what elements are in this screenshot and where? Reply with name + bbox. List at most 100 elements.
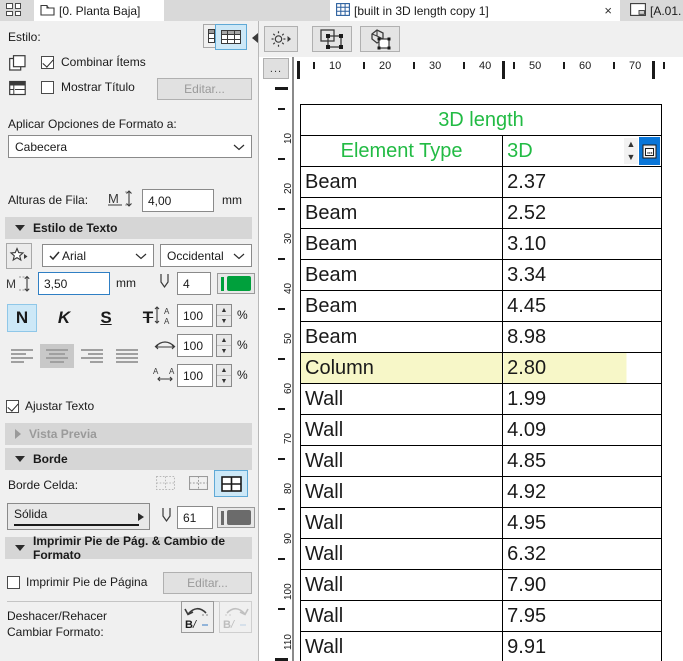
border-section[interactable]: Borde [5,448,252,470]
select-elements-button[interactable] [312,26,352,52]
cell-3d-length[interactable]: 9.91 [503,632,662,661]
cell-3d-length[interactable]: 6.32 [503,539,662,570]
size-percent-input[interactable]: 100 [177,304,213,327]
preview-section[interactable]: Vista Previa [5,423,252,445]
table-header-row[interactable]: Element Type 3D ▲▼ [301,136,662,167]
cell-3d-length[interactable]: 4.85 [503,446,662,477]
close-icon[interactable]: × [604,3,612,18]
cell-element-type[interactable]: Wall [301,601,503,632]
grid-view-icon[interactable] [6,3,34,18]
table-row[interactable]: Beam2.37 [301,167,662,198]
merge-items-checkbox[interactable]: Combinar Ítems [41,55,146,69]
redo-format-button[interactable]: B / [219,601,252,633]
table-row[interactable]: Wall4.92 [301,477,662,508]
cell-3d-length[interactable]: 4.45 [503,291,662,322]
spacing-percent-input[interactable]: 100 [177,364,213,387]
table-row[interactable]: Wall7.90 [301,570,662,601]
cell-3d-length[interactable]: 4.95 [503,508,662,539]
border-all-button[interactable] [214,470,248,497]
table-row[interactable]: Wall9.91 [301,632,662,661]
cell-element-type[interactable]: Beam [301,260,503,291]
print-footer-checkbox[interactable]: Imprimir Pie de Página [7,575,147,589]
font-family-select[interactable]: Arial [42,244,154,267]
table-row[interactable]: Beam3.34 [301,260,662,291]
cell-3d-length[interactable]: 2.80 [503,353,662,384]
spacing-percent-stepper[interactable]: ▲▼ [216,364,232,387]
column-header-element-type[interactable]: Element Type [301,136,503,167]
cell-3d-length[interactable]: 2.37 [503,167,662,198]
find-elements-3d-button[interactable] [360,26,400,52]
cell-3d-length[interactable]: 4.92 [503,477,662,508]
horizontal-ruler[interactable]: ... 10 20 30 40 50 60 70 [259,57,683,82]
border-pen-input[interactable]: 61 [177,506,213,529]
table-row[interactable]: Beam8.98 [301,322,662,353]
border-none-button[interactable] [150,471,180,495]
tab-built-in-3d-length[interactable]: [built in 3D length copy 1] × [330,0,620,21]
fit-text-checkbox[interactable]: Ajustar Texto [6,399,94,413]
bold-button[interactable]: N [7,304,37,332]
cell-element-type[interactable]: Wall [301,384,503,415]
width-percent-input[interactable]: 100 [177,334,213,357]
cell-element-type[interactable]: Wall [301,446,503,477]
table-row[interactable]: Beam2.52 [301,198,662,229]
cell-element-type[interactable]: Wall [301,632,503,661]
cell-element-type[interactable]: Wall [301,415,503,446]
table-style-grid-button[interactable] [215,24,247,50]
schedule-table[interactable]: 3D length Element Type 3D ▲▼ [300,104,662,661]
table-row[interactable]: Wall4.85 [301,446,662,477]
font-size-input[interactable]: 3,50 [38,272,110,295]
schedule-sheet[interactable]: 3D length Element Type 3D ▲▼ [300,104,662,661]
edit-footer-button[interactable]: Editar... [163,572,252,594]
apply-format-select[interactable]: Cabecera [8,135,252,158]
cell-3d-length[interactable]: 4.09 [503,415,662,446]
row-heights-input[interactable]: 4,00 [142,189,214,212]
font-script-select[interactable]: Occidental [160,244,252,267]
align-right-button[interactable] [75,344,109,368]
cell-element-type[interactable]: Beam [301,291,503,322]
text-style-section[interactable]: Estilo de Texto [5,217,252,239]
strikethrough-button[interactable]: T [133,304,163,332]
table-row[interactable]: Wall4.95 [301,508,662,539]
italic-button[interactable]: K [49,304,79,332]
tab-planta-baja[interactable]: [0. Planta Baja] [34,0,164,21]
align-left-button[interactable] [5,344,39,368]
schedule-canvas[interactable]: 3D length Element Type 3D ▲▼ [297,82,683,661]
table-row[interactable]: Wall4.09 [301,415,662,446]
cell-3d-length[interactable]: 7.95 [503,601,662,632]
width-percent-stepper[interactable]: ▲▼ [216,334,232,357]
table-row[interactable]: Beam3.10 [301,229,662,260]
cell-element-type[interactable]: Wall [301,477,503,508]
align-justify-button[interactable] [110,344,144,368]
border-pen-color-swatch[interactable] [217,507,255,528]
cell-element-type[interactable]: Wall [301,570,503,601]
cell-3d-length[interactable]: 1.99 [503,384,662,415]
cell-3d-length[interactable]: 7.90 [503,570,662,601]
cell-3d-length[interactable]: 3.10 [503,229,662,260]
panel-collapse-arrow[interactable] [252,33,258,43]
column-settings-icon[interactable] [639,137,660,165]
ruler-corner-button[interactable]: ... [263,58,289,79]
cell-element-type[interactable]: Wall [301,508,503,539]
cell-element-type[interactable]: Beam [301,229,503,260]
underline-button[interactable]: S [91,304,121,332]
line-type-select[interactable]: Sólida [7,503,150,530]
text-style-favorite-button[interactable] [6,243,32,269]
schedule-settings-button[interactable] [264,26,298,52]
table-row[interactable]: Wall6.32 [301,539,662,570]
table-row[interactable]: Wall1.99 [301,384,662,415]
pen-color-swatch[interactable] [217,273,255,294]
pen-number-input[interactable]: 4 [177,272,211,295]
cell-element-type[interactable]: Beam [301,322,503,353]
cell-3d-length[interactable]: 3.34 [503,260,662,291]
align-center-button[interactable] [40,344,74,368]
footer-section[interactable]: Imprimir Pie de Pág. & Cambio de Formato [5,537,252,559]
table-row[interactable]: Beam4.45 [301,291,662,322]
undo-format-button[interactable]: B / [181,601,214,633]
table-row[interactable]: Column2.80 [301,353,662,384]
size-percent-stepper[interactable]: ▲▼ [216,304,232,327]
edit-title-button[interactable]: Editar... [157,78,252,100]
cell-element-type[interactable]: Wall [301,539,503,570]
border-inner-button[interactable] [183,471,213,495]
tab-layout-a01[interactable]: [A.01. [624,0,683,21]
show-title-checkbox[interactable]: Mostrar Título [41,80,135,94]
